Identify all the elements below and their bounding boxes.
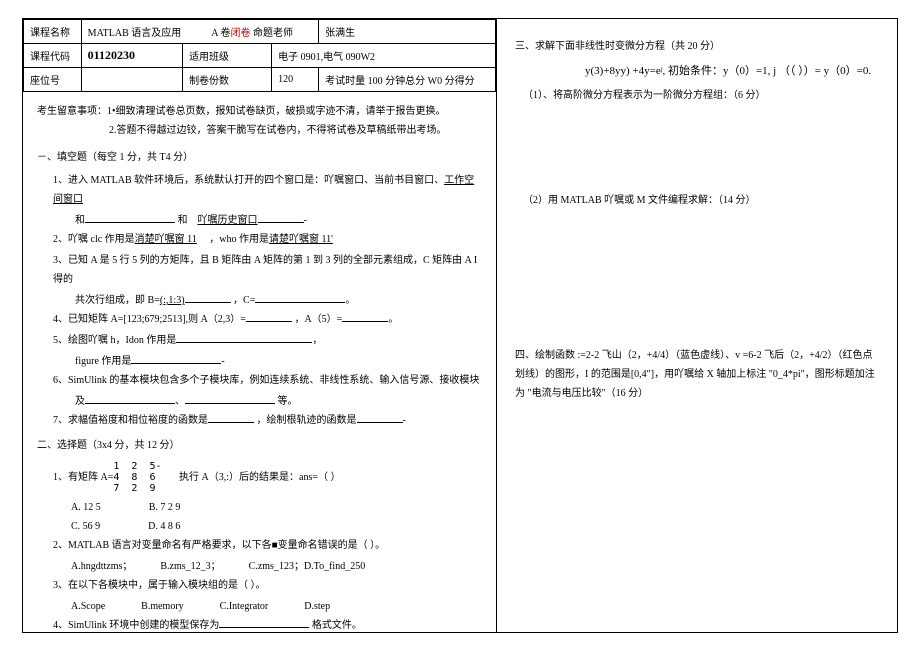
q2: 2、吖嘱 clc 作用是消楚吖嘱窗 11 ，who 作用是请楚吖嘱窗 11' [53,230,482,249]
q1-sub: 和 和 吖嘱历史窗口- [75,211,482,230]
notice-title: 考生留意事项： [37,106,107,117]
q7: 7、求幅值裕度和相位裕度的函数是 ，绘制根轨迹的函数是- [53,411,482,430]
header-table: 课程名称 MATLAB 语言及应用 A 卷闭卷 命题老师 张满生 课程代码 01… [23,19,496,92]
course-code: 01120230 [81,44,182,68]
q5-sub: figure 作用是- [75,352,482,371]
course-name: MATLAB 语言及应用 [88,28,182,39]
s2q4: 4、SimUlink 环境中创建的模型保存为 格式文件。 [53,616,482,632]
q1: 1、进入 MATLAB 软件环境后，系统默认打开的四个窗口是：吖嘱窗口、当前书目… [53,171,482,209]
s2q3-opts: A.Scope B.memory C.Integrator D.step [71,597,482,616]
q6: 6、SimUlink 的基本模块包含多个子模块库，例如连续系统、非线性系统、输入… [53,371,482,390]
q3-sub: 共次行组成，即 B=(:,1:3) ，C=。 [75,291,482,310]
section3-title: 三、求解下面非线性时变微分方程（共 20 分） [515,37,879,52]
closed-label: 闭卷 [230,28,250,39]
time-label: 考试时量 100 分钟总分 W0 分得分 [319,68,496,92]
s2q2-opts: A.hngdttzms； B.zms_12_3； C.zms_123；D.To_… [71,557,482,576]
s2q2: 2、MATLAB 语言对变量命名有严格要求，以下各■变量命名错误的是（ ）。 [53,536,482,555]
s3-q1: （1）、将高阶微分方程表示为一阶微分方程组：（6 分） [523,86,879,101]
q6-sub: 及、 等。 [75,392,482,411]
matrix: 1 2 5- 4 8 6 7 2 9 [113,461,161,494]
seat-label: 座位号 [24,68,82,92]
notice-line1: 1•细致清理试卷总页数，报知试卷缺页，破损或字迹不清，请举于报告更换。 [107,106,446,117]
s3-q2: （2）用 MATLAB 吖嘱或 M 文件编程求解：（14 分） [523,191,879,206]
class-label: 适用班级 [183,44,272,68]
s2q3: 3、在以下各模块中，属于输入模块组的是（ ）。 [53,576,482,595]
notice-line2: 2.答题不得越过边铰，答案干脆写在试卷内，不得将试卷及草稿纸带出考场。 [109,125,447,136]
paper-type: A 卷 [211,28,230,39]
q5: 5、绘图吖嘱 h，Idon 作用是， [53,331,482,350]
s2q1: 1、有矩阵 A= 1 2 5- 4 8 6 7 2 9 执行 A（3,:）后的结… [53,459,482,496]
teacher: 张满生 [319,20,496,44]
s3-formula: y(3)+8yy) +4y=eʲ, 初始条件：y（0）=1, j （（ ））= … [585,62,879,78]
section4-title: 四、绘制函数 :=2-2 飞山（2，+4/4）（蓝色虚线）、v =6-2 飞后（… [515,346,879,403]
copies-label: 制卷份数 [183,68,272,92]
course-name-cell: MATLAB 语言及应用 A 卷闭卷 命题老师 [81,20,319,44]
teacher-label: 命题老师 [253,28,293,39]
course-code-label: 课程代码 [24,44,82,68]
course-name-label: 课程名称 [24,20,82,44]
copies: 120 [272,68,319,92]
section2-title: 二、选择题（3x4 分，共 12 分） [37,436,482,455]
section1-title: －、填空题（每空 1 分，共 T4 分） [37,148,482,167]
s2q1-opts2: C. 56 9 D. 4 8 6 [71,517,482,536]
class-value: 电子 0901,电气 090W2 [272,44,496,68]
notice-block: 考生留意事项：1•细致清理试卷总页数，报知试卷缺页，破损或字迹不清，请举于报告更… [37,102,482,140]
s2q1-opts1: A. 12 5 B. 7 2 9 [71,498,482,517]
q3: 3、已知 A 是 5 行 5 列的方矩阵，且 B 矩阵由 A 矩阵的第 1 到 … [53,251,482,289]
q4: 4、已知矩阵 A=[123;679;2513],则 A（2,3）= ，A（5）=… [53,310,482,329]
